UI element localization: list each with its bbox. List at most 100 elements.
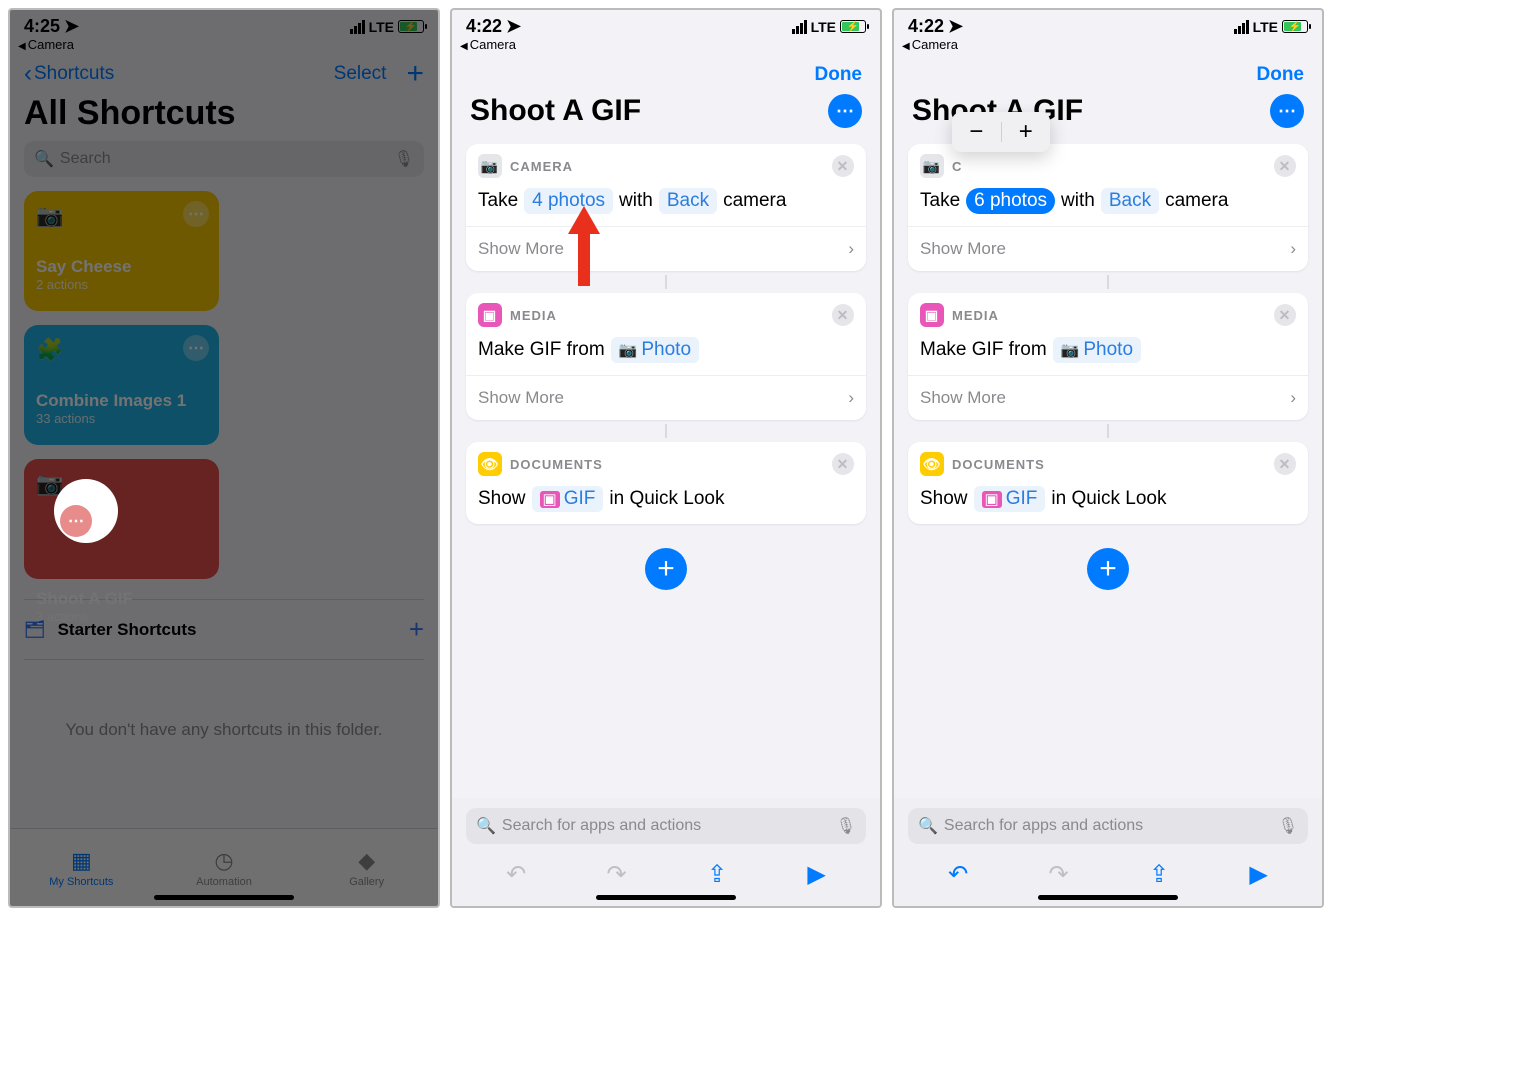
- add-to-folder-button[interactable]: +: [409, 614, 424, 645]
- camera-mini-icon: 📷: [619, 342, 638, 359]
- action-search-input[interactable]: 🔍 Search for apps and actions 🎙: [466, 808, 866, 844]
- status-bar: 4:22➤ LTE ⚡: [894, 10, 1322, 37]
- gif-var-param[interactable]: ▣GIF: [532, 486, 604, 512]
- redo-button[interactable]: ↷: [607, 860, 627, 889]
- show-more-row[interactable]: Show More›: [908, 226, 1308, 271]
- camera-app-icon: 📷: [478, 154, 502, 178]
- add-action-button[interactable]: +: [645, 548, 687, 590]
- location-icon: ➤: [506, 16, 521, 37]
- mic-icon[interactable]: 🎙: [394, 149, 414, 169]
- undo-button[interactable]: ↶: [506, 860, 526, 889]
- run-button[interactable]: ▶: [1249, 860, 1267, 889]
- photo-count-param[interactable]: 4 photos: [524, 188, 613, 214]
- highlighted-more-button[interactable]: ⋯: [54, 479, 118, 543]
- mic-icon[interactable]: 🎙: [836, 816, 856, 836]
- stepper-minus-button[interactable]: −: [952, 118, 1001, 146]
- mic-icon[interactable]: 🎙: [1278, 816, 1298, 836]
- media-app-icon: ▣: [478, 303, 502, 327]
- nav-bar: ‹Shortcuts Select +: [10, 56, 438, 92]
- stack-icon: ◆: [358, 848, 375, 874]
- shortcut-grid: 📷 ⋯ Say Cheese 2 actions 🧩 ⋯ Combine Ima…: [10, 191, 438, 579]
- empty-state-label: You don't have any shortcuts in this fol…: [10, 660, 438, 800]
- tile-more-icon[interactable]: ⋯: [183, 201, 209, 227]
- connector: [1107, 275, 1109, 289]
- add-shortcut-button[interactable]: +: [406, 64, 424, 84]
- battery-icon: ⚡: [398, 20, 424, 33]
- show-more-row[interactable]: Show More›: [908, 375, 1308, 420]
- status-time: 4:22: [908, 16, 944, 37]
- home-indicator[interactable]: [1038, 895, 1178, 900]
- shortcut-settings-button[interactable]: ⋯: [1270, 94, 1304, 128]
- done-button[interactable]: Done: [894, 56, 1322, 86]
- breadcrumb[interactable]: ◀Camera: [10, 37, 438, 56]
- search-input[interactable]: 🔍 Search 🎙: [24, 141, 424, 177]
- carrier-label: LTE: [811, 19, 836, 35]
- tab-gallery[interactable]: ◆Gallery: [295, 829, 438, 906]
- shortcut-tile-combine-images[interactable]: 🧩 ⋯ Combine Images 1 33 actions: [24, 325, 219, 445]
- action-card-camera: − + 📷 C ✕ Take 6 photos with Back camera…: [908, 144, 1308, 271]
- shortcut-tile-shoot-a-gif[interactable]: 📷 ⋯ Shoot A GIF 3 actions: [24, 459, 219, 579]
- share-button[interactable]: ⇪: [1149, 860, 1169, 889]
- camera-side-param[interactable]: Back: [1101, 188, 1159, 214]
- media-mini-icon: ▣: [982, 491, 1002, 508]
- card-header-label: DOCUMENTS: [510, 457, 603, 472]
- signal-icon: [1234, 20, 1249, 34]
- tile-more-icon[interactable]: ⋯: [183, 335, 209, 361]
- camera-side-param[interactable]: Back: [659, 188, 717, 214]
- run-button[interactable]: ▶: [807, 860, 825, 889]
- redo-button[interactable]: ↷: [1049, 860, 1069, 889]
- share-button[interactable]: ⇪: [707, 860, 727, 889]
- carrier-label: LTE: [1253, 19, 1278, 35]
- done-button[interactable]: Done: [452, 56, 880, 86]
- remove-action-button[interactable]: ✕: [1274, 155, 1296, 177]
- nav-back[interactable]: ‹Shortcuts: [24, 60, 114, 88]
- grid-icon: ▦: [71, 848, 92, 874]
- chevron-left-icon: ‹: [24, 60, 32, 88]
- photo-count-param-selected[interactable]: 6 photos: [966, 188, 1055, 214]
- shortcut-tile-say-cheese[interactable]: 📷 ⋯ Say Cheese 2 actions: [24, 191, 219, 311]
- card-header-label: MEDIA: [952, 308, 999, 323]
- documents-app-icon: 👁: [478, 452, 502, 476]
- action-card-media: ▣ MEDIA ✕ Make GIF from 📷Photo Show More…: [908, 293, 1308, 420]
- status-time: 4:25: [24, 16, 60, 37]
- home-indicator[interactable]: [596, 895, 736, 900]
- documents-app-icon: 👁: [920, 452, 944, 476]
- battery-icon: ⚡: [840, 20, 866, 33]
- home-indicator[interactable]: [154, 895, 294, 900]
- shortcut-settings-button[interactable]: ⋯: [828, 94, 862, 128]
- breadcrumb[interactable]: ◀Camera: [894, 37, 1322, 56]
- card-header-label: CAMERA: [510, 159, 573, 174]
- action-search-input[interactable]: 🔍 Search for apps and actions 🎙: [908, 808, 1308, 844]
- stepper-plus-button[interactable]: +: [1002, 118, 1051, 146]
- screen-editor-a: 4:22➤ LTE ⚡ ◀Camera Done Shoot A GIF ⋯ 📷…: [450, 8, 882, 908]
- remove-action-button[interactable]: ✕: [832, 304, 854, 326]
- photo-var-param[interactable]: 📷Photo: [1053, 337, 1141, 363]
- media-mini-icon: ▣: [540, 491, 560, 508]
- connector: [665, 424, 667, 438]
- signal-icon: [350, 20, 365, 34]
- photo-var-param[interactable]: 📷Photo: [611, 337, 699, 363]
- remove-action-button[interactable]: ✕: [832, 155, 854, 177]
- action-card-media: ▣ MEDIA ✕ Make GIF from 📷Photo Show More…: [466, 293, 866, 420]
- remove-action-button[interactable]: ✕: [832, 453, 854, 475]
- remove-action-button[interactable]: ✕: [1274, 453, 1296, 475]
- show-more-row[interactable]: Show More›: [466, 375, 866, 420]
- puzzle-icon: 🧩: [36, 337, 63, 362]
- breadcrumb[interactable]: ◀Camera: [452, 37, 880, 56]
- action-card-camera: 📷 CAMERA ✕ Take 4 photos with Back camer…: [466, 144, 866, 271]
- show-more-row[interactable]: Show More›: [466, 226, 866, 271]
- camera-icon: 📷: [36, 203, 63, 228]
- shortcut-title[interactable]: Shoot A GIF: [470, 94, 641, 128]
- add-action-button[interactable]: +: [1087, 548, 1129, 590]
- select-button[interactable]: Select: [334, 63, 387, 85]
- card-header-label: DOCUMENTS: [952, 457, 1045, 472]
- undo-button[interactable]: ↶: [948, 860, 968, 889]
- remove-action-button[interactable]: ✕: [1274, 304, 1296, 326]
- page-title: All Shortcuts: [10, 92, 438, 141]
- chevron-right-icon: ›: [1290, 388, 1296, 408]
- gif-var-param[interactable]: ▣GIF: [974, 486, 1046, 512]
- camera-mini-icon: 📷: [1061, 342, 1080, 359]
- tab-my-shortcuts[interactable]: ▦My Shortcuts: [10, 829, 153, 906]
- number-stepper-popover: − +: [952, 112, 1050, 152]
- connector: [1107, 424, 1109, 438]
